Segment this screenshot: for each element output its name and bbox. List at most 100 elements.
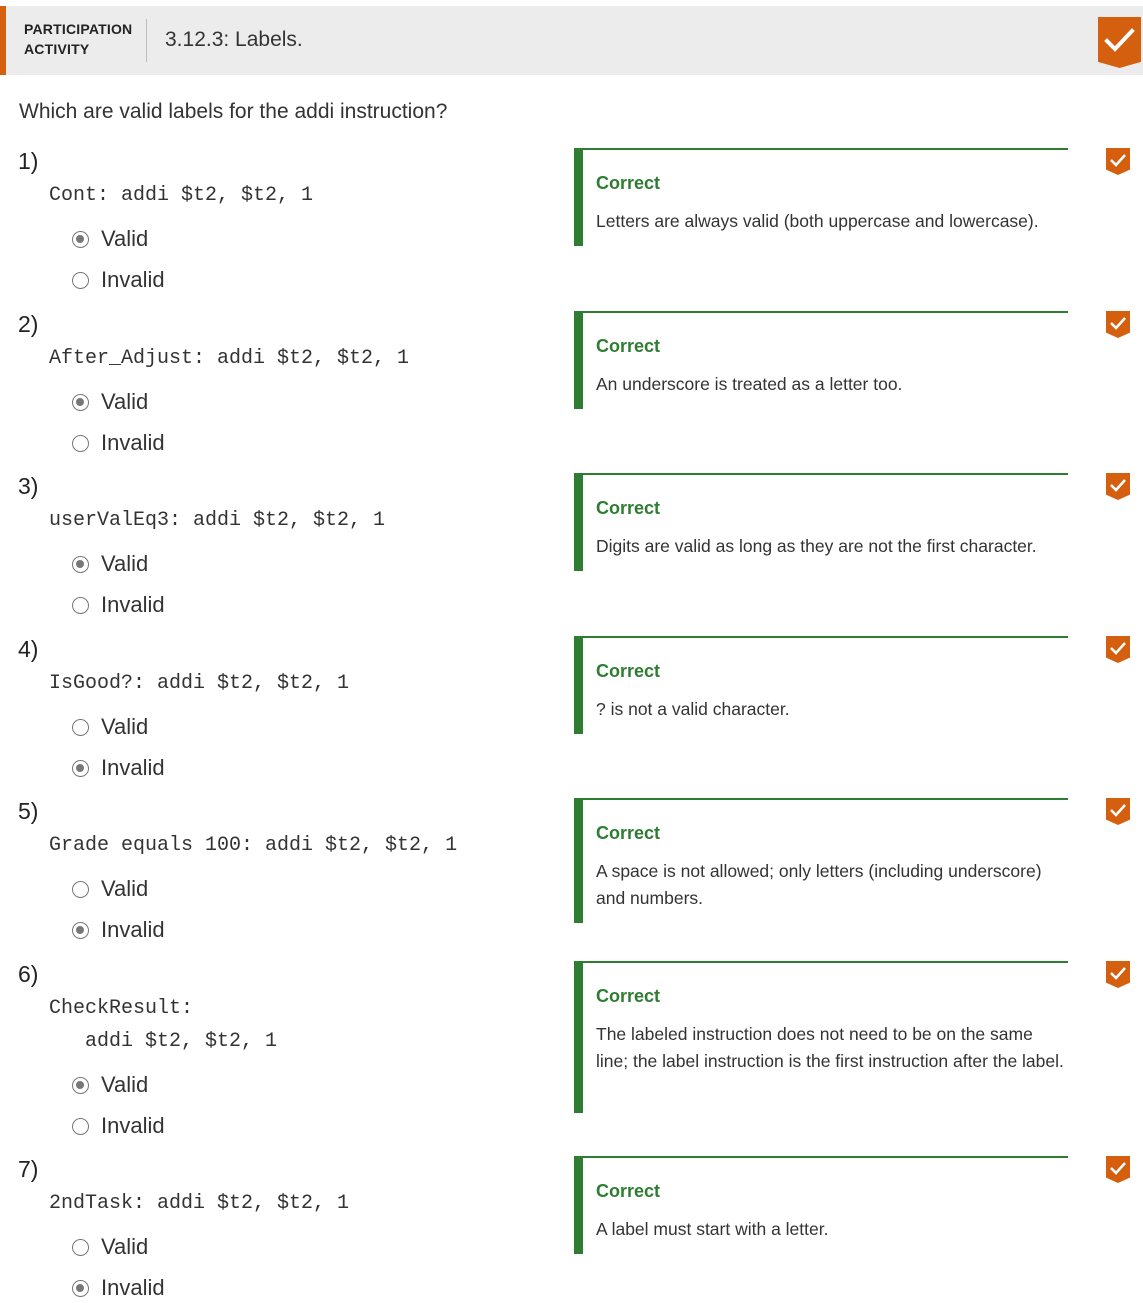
feedback-title: Correct [596,823,661,843]
feedback-title: Correct [596,986,661,1006]
question-complete-badge [1106,148,1130,175]
question-number: 2) [18,311,39,337]
activity-kind-line2: ACTIVITY [24,41,90,57]
question-item: 2) After_Adjust: addi $t2, $t2, 1 Valid Inv… [0,311,1143,471]
answer-option-valid[interactable]: Valid [72,1072,148,1098]
answer-option-valid[interactable]: Valid [72,876,148,902]
option-label: Valid [101,1234,149,1259]
answer-option-valid[interactable]: Valid [72,389,148,415]
feedback-text: A label must start with a letter. [596,1219,829,1239]
question-item: 4) IsGood?: addi $t2, $t2, 1 Valid Invalid C… [0,636,1143,796]
radio-button[interactable] [72,596,89,614]
question-complete-badge [1106,311,1130,338]
option-label: Valid [101,1072,149,1097]
feedback-text: ? is not a valid character. [596,699,790,719]
radio-button[interactable] [72,1117,89,1135]
checkmark-icon [1110,479,1126,492]
feedback-text: Digits are valid as long as they are not… [596,536,1037,556]
answer-option-invalid[interactable]: Invalid [72,267,165,293]
radio-button[interactable] [72,880,89,898]
checkmark-icon [1110,967,1126,980]
feedback-title: Correct [596,336,661,356]
answer-option-invalid[interactable]: Invalid [72,755,165,781]
code-line: After_Adjust: addi $t2, $t2, 1 [49,347,410,370]
feedback-text: A space is not allowed; only letters (in… [596,861,1042,908]
feedback-title: Correct [596,661,661,681]
activity-kind: PARTICIPATION ACTIVITY [24,19,144,59]
radio-button[interactable] [72,718,89,736]
checkmark-icon [1110,804,1126,817]
feedback-title: Correct [596,173,661,193]
checkmark-icon [1104,28,1135,52]
option-label: Valid [101,226,149,251]
question-complete-badge [1106,1156,1130,1183]
radio-button[interactable] [72,1238,89,1256]
code-line: Grade equals 100: addi $t2, $t2, 1 [49,834,458,857]
checkmark-icon [1110,317,1126,330]
answer-option-valid[interactable]: Valid [72,1234,148,1260]
question-number: 1) [18,148,39,174]
activity-title: 3.12.3: Labels. [165,28,303,51]
question-complete-badge [1106,961,1130,988]
question-complete-badge [1106,636,1130,663]
answer-option-invalid[interactable]: Invalid [72,592,165,618]
answer-option-valid[interactable]: Valid [72,714,148,740]
option-label: Valid [101,389,149,414]
question-number: 5) [18,798,39,824]
feedback-text: An underscore is treated as a letter too… [596,374,903,394]
question-prompt: Which are valid labels for the addi inst… [19,100,448,123]
feedback-text: The labeled instruction does not need to… [596,1024,1064,1071]
checkmark-icon [1110,1162,1126,1175]
question-item: 1) Cont: addi $t2, $t2, 1 Valid Invalid Corr… [0,148,1143,308]
feedback-panel: Correct ? is not a valid character. [574,636,1068,734]
question-item: 7) 2ndTask: addi $t2, $t2, 1 Valid Invalid C… [0,1156,1143,1303]
question-item: 5) Grade equals 100: addi $t2, $t2, 1 Vali… [0,798,1143,958]
radio-button[interactable] [72,271,89,289]
answer-option-invalid[interactable]: Invalid [72,430,165,456]
code-line: IsGood?: addi $t2, $t2, 1 [49,672,350,695]
option-label: Invalid [101,430,165,455]
question-complete-badge [1106,798,1130,825]
radio-button[interactable] [72,1279,89,1297]
code-line: Cont: addi $t2, $t2, 1 [49,184,314,207]
radio-button[interactable] [72,1076,89,1094]
option-label: Invalid [101,755,165,780]
answer-option-invalid[interactable]: Invalid [72,1113,165,1139]
radio-button[interactable] [72,759,89,777]
option-label: Invalid [101,267,165,292]
code-line: CheckResult: [49,997,194,1020]
feedback-text: Letters are always valid (both uppercase… [596,211,1039,231]
radio-button[interactable] [72,555,89,573]
radio-button[interactable] [72,393,89,411]
question-complete-badge [1106,473,1130,500]
code-line: userValEq3: addi $t2, $t2, 1 [49,509,386,532]
question-number: 6) [18,961,39,987]
answer-option-invalid[interactable]: Invalid [72,917,165,943]
checkmark-icon [1110,154,1126,167]
question-item: 6) CheckResult: addi $t2, $t2, 1 Valid Inva… [0,961,1143,1138]
option-label: Invalid [101,1275,165,1300]
feedback-panel: Correct The labeled instruction does not … [574,961,1068,1113]
feedback-title: Correct [596,498,661,518]
question-item: 3) userValEq3: addi $t2, $t2, 1 Valid Inval… [0,473,1143,633]
answer-option-invalid[interactable]: Invalid [72,1275,165,1301]
code-line: addi $t2, $t2, 1 [49,1030,278,1053]
feedback-title: Correct [596,1181,661,1201]
feedback-panel: Correct An underscore is treated as a let… [574,311,1068,409]
feedback-panel: Correct Letters are always valid (both up… [574,148,1068,246]
radio-button[interactable] [72,921,89,939]
option-label: Valid [101,876,149,901]
option-label: Valid [101,714,149,739]
activity-kind-line1: PARTICIPATION [24,21,133,37]
answer-option-valid[interactable]: Valid [72,551,148,577]
answer-option-valid[interactable]: Valid [72,226,148,252]
activity-header: PARTICIPATION ACTIVITY 3.12.3: Labels. [0,6,1143,75]
radio-button[interactable] [72,230,89,248]
option-label: Invalid [101,592,165,617]
feedback-panel: Correct Digits are valid as long as they … [574,473,1068,571]
option-label: Valid [101,551,149,576]
radio-button[interactable] [72,434,89,452]
question-number: 7) [18,1156,39,1182]
completion-badge [1098,17,1141,68]
feedback-panel: Correct A space is not allowed; only lett… [574,798,1068,923]
